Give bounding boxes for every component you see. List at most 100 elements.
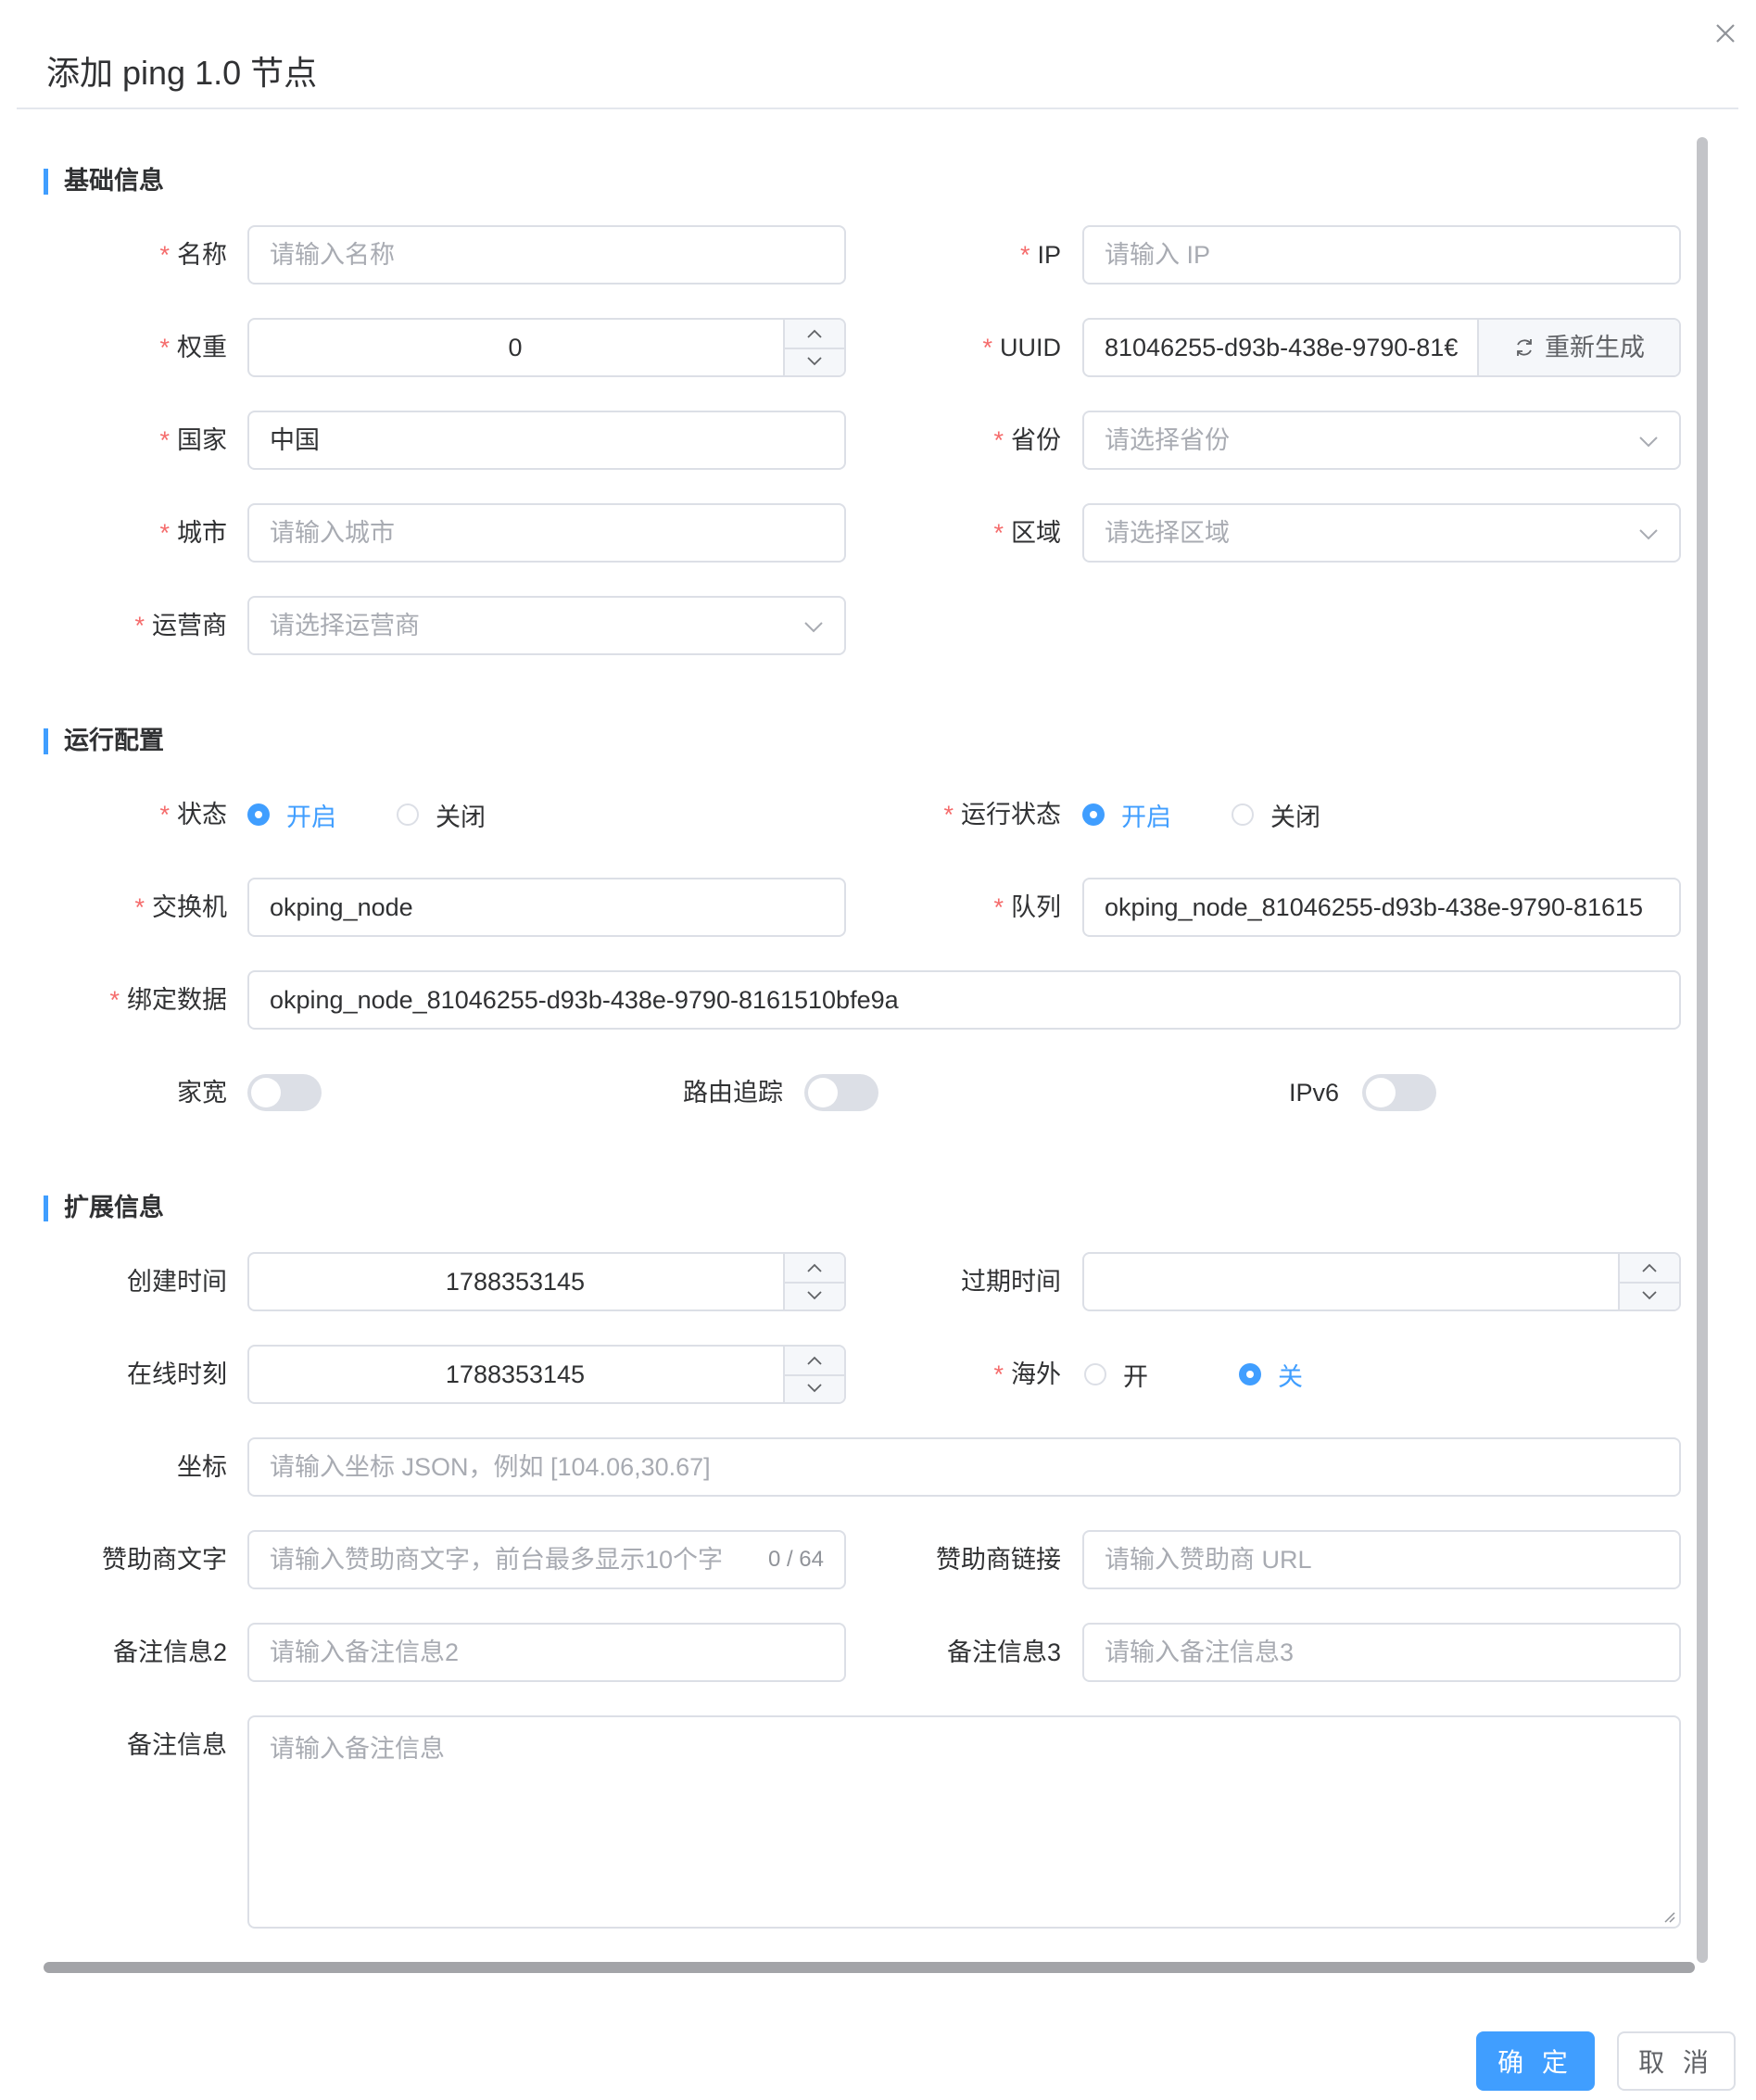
remark3-input[interactable]: 请输入备注信息3 [1082,1623,1681,1682]
queue-input[interactable]: okping_node_81046255-d93b-438e-9790-8161… [1082,878,1681,937]
dialog-title: 添加 ping 1.0 节点 [46,54,318,92]
refresh-icon [1517,339,1532,356]
regenerate-label: 重新生成 [1545,334,1645,361]
status-radio-group: 开启 关闭 [247,785,543,844]
radio-dot [247,803,270,826]
section-runtime-title: 运行配置 [44,725,164,756]
remark-label: 备注信息 [127,1731,227,1759]
header-divider [17,108,1738,109]
run-status-off-radio[interactable]: 关闭 [1232,797,1320,833]
section-basic-title: 基础信息 [44,165,164,196]
online-time-increase-button[interactable] [785,1347,844,1376]
radio-dot [1084,1363,1106,1385]
online-time-label: 在线时刻 [127,1360,227,1388]
expire-time-decrease-button[interactable] [1620,1282,1679,1309]
online-time-input[interactable]: 1788353145 [247,1345,846,1404]
sponsor-text-input[interactable]: 请输入赞助商文字，前台最多显示10个字 0 / 64 [247,1530,846,1589]
expire-time-label: 过期时间 [961,1268,1061,1296]
sponsor-link-label: 赞助商链接 [936,1546,1061,1574]
city-input[interactable]: 请输入城市 [247,503,846,563]
sponsor-text-placeholder: 请输入赞助商文字，前台最多显示10个字 [270,1546,724,1574]
uuid-input[interactable]: 81046255-d93b-438e-9790-81€ 重新生成 [1082,318,1681,377]
queue-label: * 队列 [993,893,1061,921]
section-extended-title: 扩展信息 [44,1192,164,1223]
exchange-label: * 交换机 [134,893,227,921]
region-placeholder: 请选择区域 [1105,519,1230,547]
overseas-radio-group: 开 关 [1084,1345,1360,1404]
overseas-off-label: 关 [1278,1362,1303,1391]
overseas-label: * 海外 [993,1360,1061,1388]
weight-value: 0 [508,334,523,361]
ipv6-label: IPv6 [1288,1079,1339,1107]
run-status-label: * 运行状态 [943,801,1061,829]
online-time-decrease-button[interactable] [785,1374,844,1402]
radio-dot [397,803,419,826]
province-label: * 省份 [993,426,1061,454]
region-select[interactable]: 请选择区域 [1082,503,1681,563]
vertical-scrollbar[interactable] [1697,137,1708,1963]
coords-input[interactable]: 请输入坐标 JSON，例如 [104.06,30.67] [247,1437,1681,1497]
run-status-on-radio[interactable]: 开启 [1082,797,1171,833]
chevron-down-icon [1642,1291,1657,1300]
confirm-button[interactable]: 确 定 [1476,2031,1595,2091]
cancel-button[interactable]: 取 消 [1617,2031,1736,2091]
status-label: * 状态 [159,801,227,829]
online-time-stepper [783,1347,844,1402]
province-select[interactable]: 请选择省份 [1082,411,1681,470]
remark2-label: 备注信息2 [112,1638,227,1666]
expire-time-input[interactable] [1082,1252,1681,1311]
weight-stepper [783,320,844,375]
close-button[interactable] [1705,13,1746,54]
sponsor-link-input[interactable]: 请输入赞助商 URL [1082,1530,1681,1589]
binding-label: * 绑定数据 [109,986,227,1014]
ip-input[interactable]: 请输入 IP [1082,225,1681,285]
overseas-on-label: 开 [1123,1362,1148,1391]
expire-time-increase-button[interactable] [1620,1254,1679,1284]
name-label: * 名称 [159,241,227,269]
created-time-stepper [783,1254,844,1309]
carrier-placeholder: 请选择运营商 [270,612,420,639]
status-on-radio[interactable]: 开启 [247,797,336,833]
weight-decrease-button[interactable] [785,348,844,375]
traceroute-label: 路由追踪 [683,1079,783,1107]
binding-input[interactable]: okping_node_81046255-d93b-438e-9790-8161… [247,970,1681,1030]
traceroute-switch[interactable] [804,1074,878,1111]
radio-dot [1232,803,1254,826]
resize-handle-icon[interactable] [1661,1908,1675,1923]
run-status-on-label: 开启 [1121,803,1171,831]
created-time-decrease-button[interactable] [785,1282,844,1309]
regenerate-uuid-button[interactable]: 重新生成 [1477,320,1679,375]
exchange-input[interactable]: okping_node [247,878,846,937]
created-time-input[interactable]: 1788353145 [247,1252,846,1311]
uuid-label: * UUID [982,334,1061,361]
created-time-value: 1788353145 [445,1268,586,1296]
weight-increase-button[interactable] [785,320,844,349]
online-time-value: 1788353145 [445,1360,586,1388]
chevron-down-icon [804,622,823,633]
region-label: * 区域 [993,519,1061,547]
weight-input[interactable]: 0 [247,318,846,377]
ip-label: * IP [1019,241,1061,269]
chevron-up-icon [807,1356,822,1365]
overseas-off-radio[interactable]: 关 [1239,1357,1303,1393]
carrier-label: * 运营商 [134,612,227,639]
radio-dot [1239,1363,1261,1385]
broadband-label: 家宽 [177,1079,227,1107]
carrier-select[interactable]: 请选择运营商 [247,596,846,655]
remark-placeholder: 请输入备注信息 [270,1735,445,1763]
weight-label: * 权重 [159,334,227,361]
name-input[interactable]: 请输入名称 [247,225,846,285]
province-placeholder: 请选择省份 [1105,426,1230,454]
created-time-increase-button[interactable] [785,1254,844,1284]
status-on-label: 开启 [286,803,336,831]
status-off-radio[interactable]: 关闭 [397,797,486,833]
country-input[interactable]: 中国 [247,411,846,470]
ipv6-switch[interactable] [1362,1074,1436,1111]
remark2-input[interactable]: 请输入备注信息2 [247,1623,846,1682]
horizontal-scrollbar[interactable] [44,1962,1695,1973]
overseas-on-radio[interactable]: 开 [1084,1357,1148,1393]
remark3-label: 备注信息3 [946,1638,1061,1666]
broadband-switch[interactable] [247,1074,322,1111]
remark-textarea[interactable]: 请输入备注信息 [247,1715,1681,1929]
chevron-up-icon [807,1263,822,1272]
